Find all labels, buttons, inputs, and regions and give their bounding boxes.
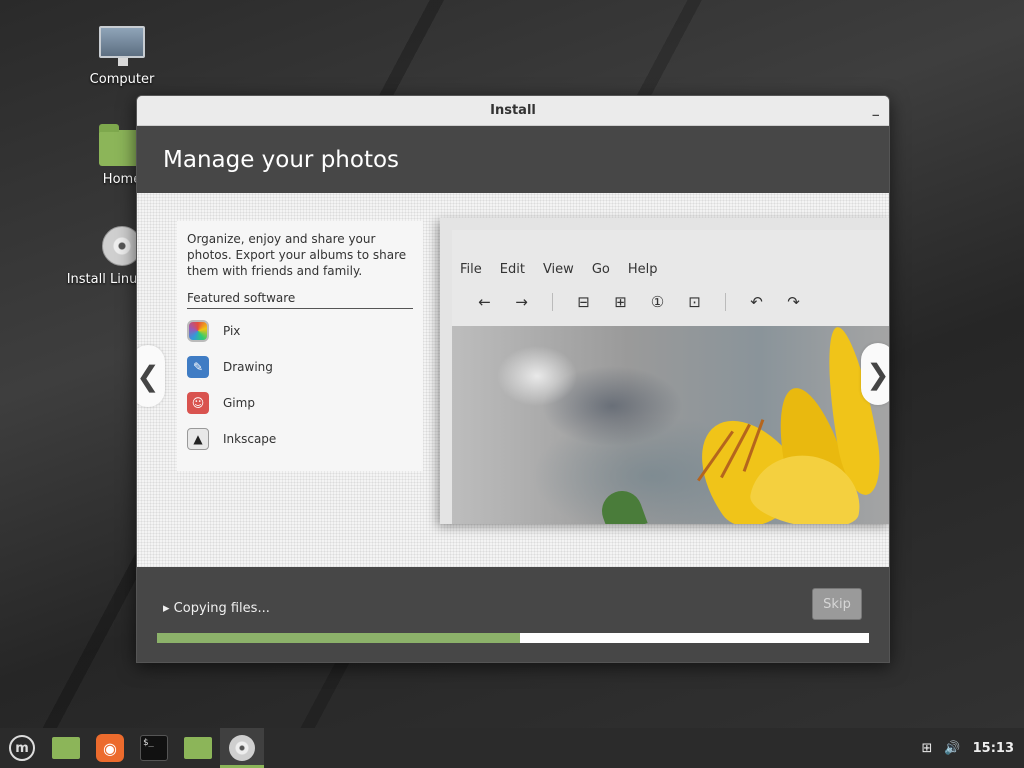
preview-app-chrome: File Edit View Go Help ← → ⊟ ⊞ ① ⊡ ↶ ↷: [452, 230, 889, 326]
flower-photo: [452, 326, 889, 524]
toolbar-separator: [725, 293, 726, 311]
taskbar-firefox[interactable]: ◉: [88, 728, 132, 768]
app-name: Drawing: [223, 360, 273, 374]
folder-icon: [184, 737, 212, 759]
desktop-computer[interactable]: Computer: [67, 26, 177, 87]
drawing-icon: ✎: [187, 356, 209, 378]
preview-menu-help: Help: [627, 262, 658, 277]
app-name: Inkscape: [223, 432, 277, 446]
computer-icon: [99, 26, 145, 66]
gimp-icon: ☺: [187, 392, 209, 414]
taskbar-files[interactable]: [44, 728, 88, 768]
forward-arrow-icon: →: [515, 293, 528, 311]
slide-content: Organize, enjoy and share your photos. E…: [137, 193, 889, 567]
zoom-in-icon: ⊞: [614, 293, 627, 311]
network-icon[interactable]: ⊞: [922, 741, 933, 756]
rotate-left-icon: ↶: [750, 293, 763, 311]
app-name: Gimp: [223, 396, 255, 410]
system-tray: ⊞ 🔊 15:13: [922, 741, 1024, 756]
app-item-gimp: ☺ Gimp: [187, 385, 413, 421]
taskbar-terminal[interactable]: $_: [132, 728, 176, 768]
slide-description: Organize, enjoy and share your photos. E…: [187, 232, 407, 278]
pix-icon: [187, 320, 209, 342]
back-arrow-icon: ←: [478, 293, 491, 311]
featured-software-title: Featured software: [187, 291, 413, 309]
zoom-fit-icon: ⊡: [688, 293, 701, 311]
install-progress-area: ▸ Copying files... Skip: [137, 567, 889, 662]
app-item-inkscape: ▲ Inkscape: [187, 421, 413, 457]
app-item-pix: Pix: [187, 313, 413, 349]
preview-menu-edit: Edit: [499, 262, 525, 277]
files-icon: [52, 737, 80, 759]
previous-slide-button[interactable]: ❮: [137, 345, 165, 407]
preview-menu-file: File: [460, 262, 482, 277]
app-name: Pix: [223, 324, 241, 338]
rotate-right-icon: ↷: [787, 293, 800, 311]
window-titlebar[interactable]: Install _: [137, 96, 889, 126]
menu-icon: m: [9, 735, 35, 761]
preview-menu-view: View: [542, 262, 574, 277]
skip-button[interactable]: Skip: [812, 588, 862, 620]
clock[interactable]: 15:13: [973, 741, 1014, 756]
zoom-normal-icon: ①: [650, 293, 665, 311]
next-slide-button[interactable]: ❯: [861, 343, 889, 405]
taskbar: m ◉ $_ ⊞ 🔊 15:13: [0, 728, 1024, 768]
minimize-button[interactable]: _: [873, 102, 880, 117]
install-window: Install _ Manage your photos Organize, e…: [136, 95, 890, 663]
window-title: Install: [490, 103, 536, 118]
volume-icon[interactable]: 🔊: [944, 741, 960, 756]
install-progress-fill: [157, 633, 521, 643]
desktop-computer-label: Computer: [89, 72, 155, 87]
preview-menu-go: Go: [591, 262, 610, 277]
terminal-icon: $_: [140, 735, 168, 761]
firefox-icon: ◉: [96, 734, 124, 762]
zoom-out-icon: ⊟: [577, 293, 590, 311]
app-item-drawing: ✎ Drawing: [187, 349, 413, 385]
install-progress-bar: [157, 633, 869, 643]
taskbar-menu-button[interactable]: m: [0, 728, 44, 768]
screenshot-preview: File Edit View Go Help ← → ⊟ ⊞ ① ⊡ ↶ ↷: [440, 218, 889, 524]
preview-toolbar: ← → ⊟ ⊞ ① ⊡ ↶ ↷: [452, 277, 889, 311]
preview-menubar: File Edit View Go Help: [452, 230, 889, 277]
slide-info-panel: Organize, enjoy and share your photos. E…: [177, 221, 423, 471]
inkscape-icon: ▲: [187, 428, 209, 450]
taskbar-folder[interactable]: [176, 728, 220, 768]
slide-header: Manage your photos: [137, 126, 889, 193]
toolbar-separator: [552, 293, 553, 311]
install-status-text[interactable]: ▸ Copying files...: [163, 601, 270, 616]
installer-icon: [229, 735, 255, 761]
taskbar-installer[interactable]: [220, 728, 264, 768]
